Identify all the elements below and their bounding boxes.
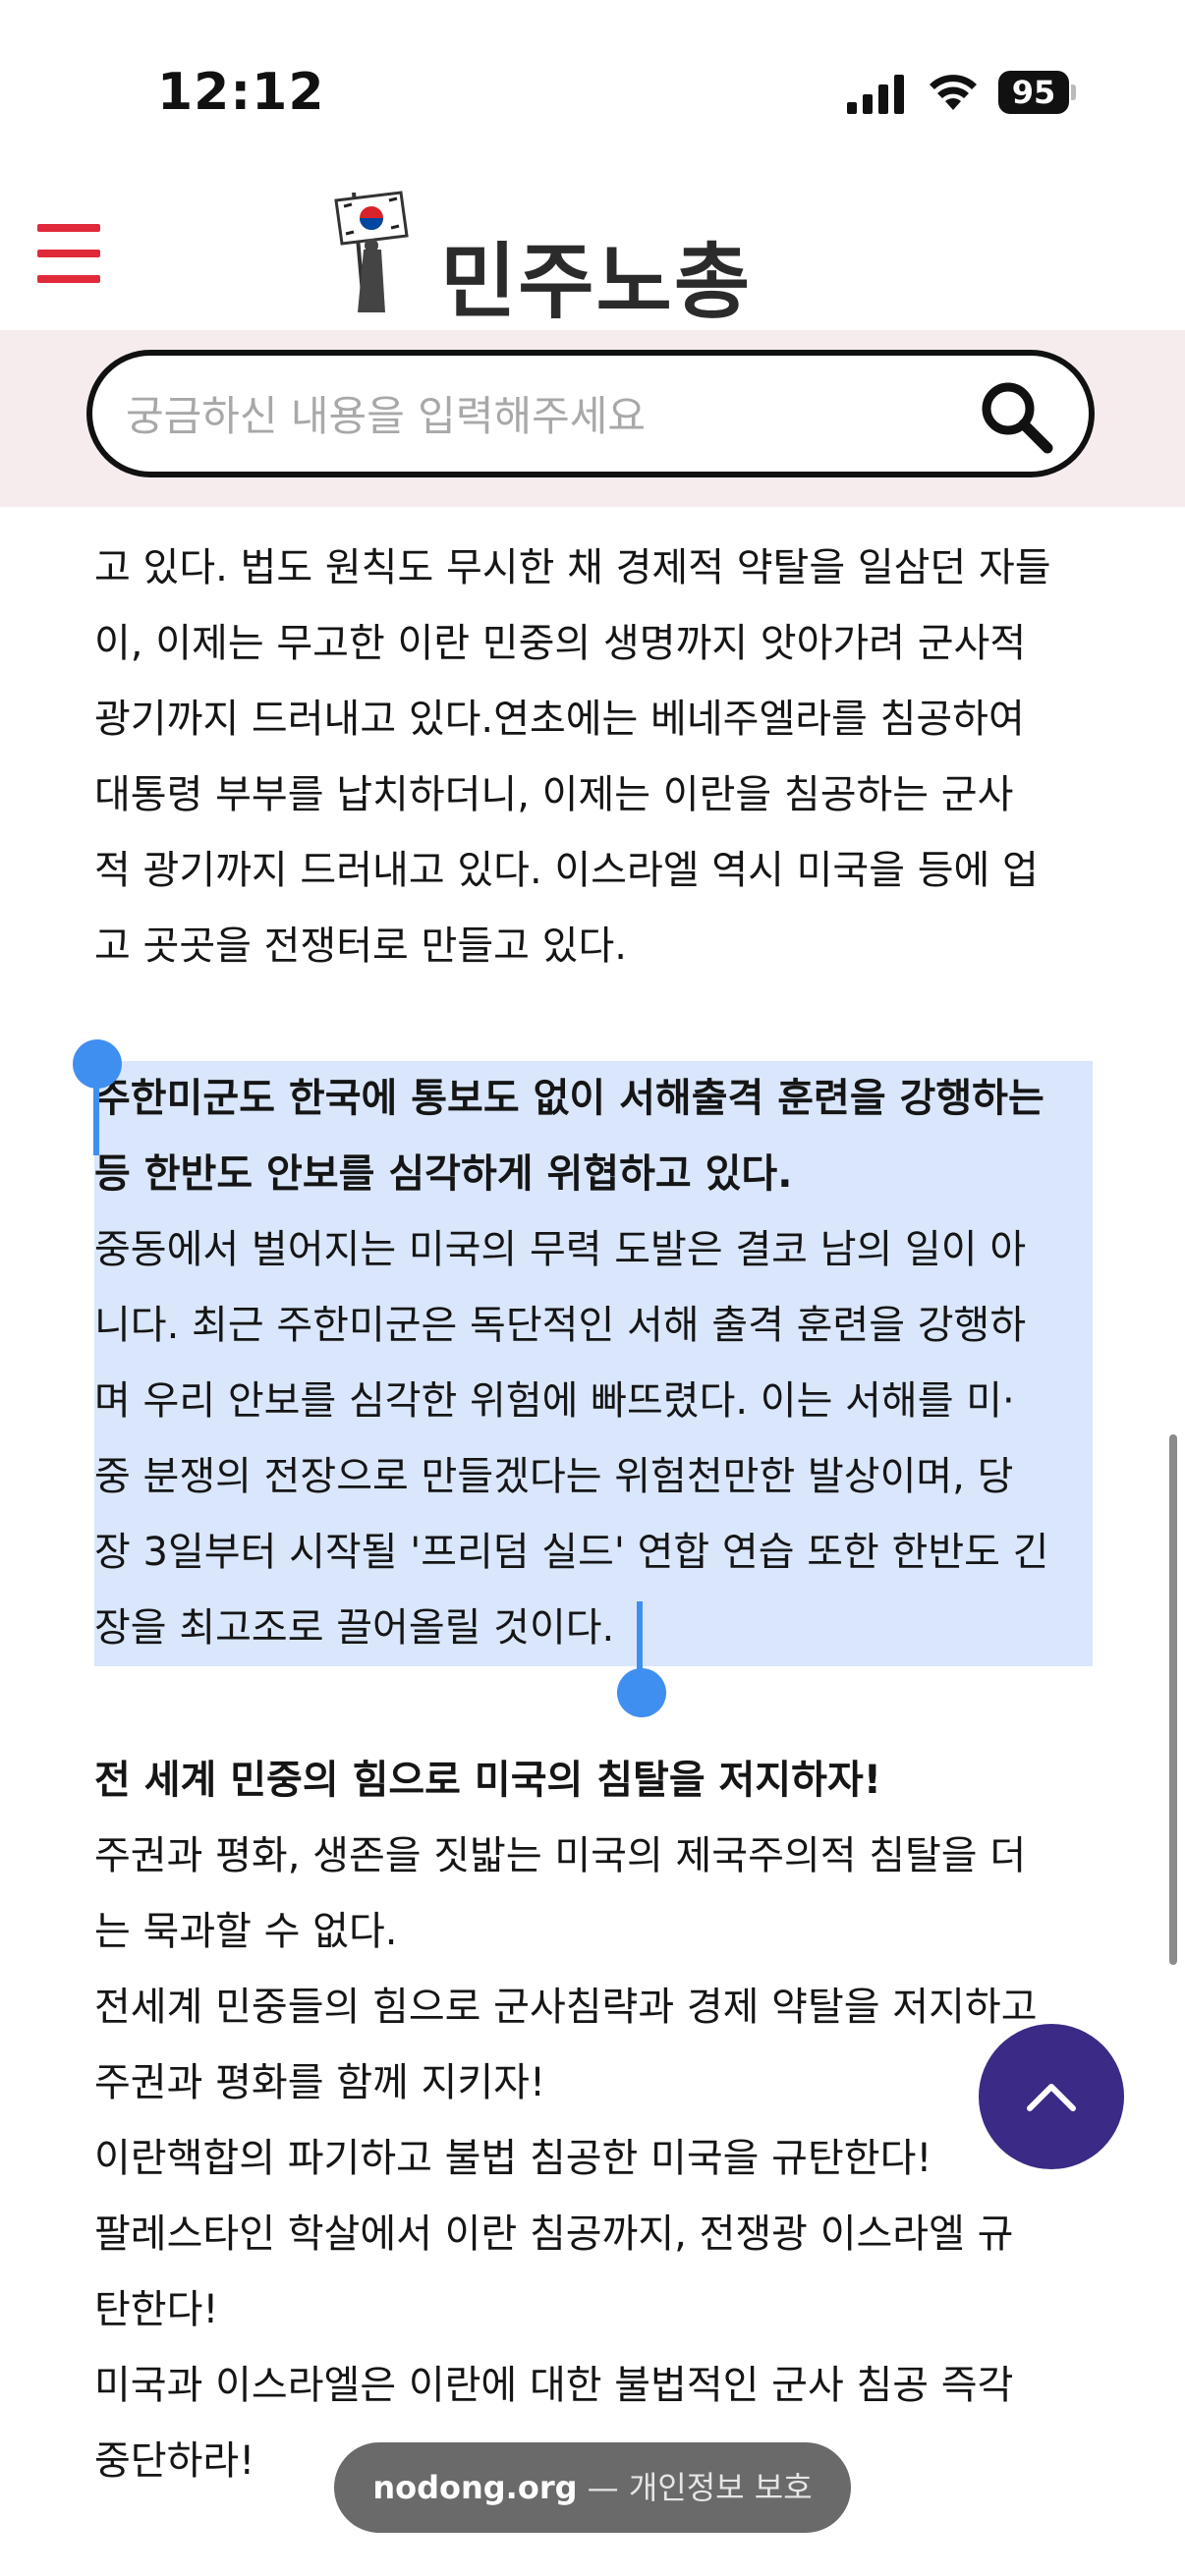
section-heading: 주한미군도 한국에 통보도 없이 서해출격 훈련을 강행하는 등 한반도 안보를…: [94, 1061, 1093, 1212]
text-line: 미국과 이스라엘은 이란에 대한 불법적인 군사 침공 즉각: [94, 2363, 1014, 2408]
text-line: 중동에서 벌어지는 미국의 무력 도발은 결코 남의 일이 아: [94, 1227, 1027, 1272]
selection-end-handle[interactable]: [617, 1668, 666, 1717]
site-header: 민주노총: [0, 187, 1185, 330]
search-input[interactable]: [124, 383, 953, 448]
heading-line: 주한미군도 한국에 통보도 없이 서해출격 훈련을 강행하는: [94, 1076, 1044, 1121]
privacy-label: 개인정보 보호: [628, 2469, 813, 2506]
text-line: 고 곳곳을 전쟁터로 만들고 있다.: [94, 924, 627, 969]
text-line: 적 광기까지 드러내고 있다. 이스라엘 역시 미국을 등에 업: [94, 848, 1039, 893]
battery-icon: 95: [998, 71, 1069, 114]
heading-line: 등 한반도 안보를 심각하게 위협하고 있다.: [94, 1151, 793, 1197]
status-bar: 12:12 95: [0, 0, 1185, 187]
wifi-icon: [930, 75, 977, 110]
text-line: 광기까지 드러내고 있다.연초에는 베네주엘라를 침공하여: [94, 697, 1025, 742]
url-domain: nodong.org: [372, 2469, 578, 2506]
text-line: 는 묵과할 수 없다.: [94, 1909, 398, 1954]
selection-start-caret: [93, 1081, 99, 1155]
search-icon[interactable]: [977, 377, 1055, 456]
signal-icon: [847, 75, 904, 114]
paragraph-1: 고 있다. 법도 원칙도 무시한 채 경제적 약탈을 일삼던 자들 이, 이제는…: [94, 531, 1093, 984]
scrollbar[interactable]: [1169, 1434, 1177, 1965]
text-line: 중 분쟁의 전장으로 만들겠다는 위험천만한 발상이며, 당: [94, 1454, 1014, 1499]
scroll-to-top-button[interactable]: [979, 2024, 1124, 2169]
status-time: 12:12: [157, 63, 325, 122]
text-line: 장을 최고조로 끌어올릴 것이다.: [94, 1605, 615, 1651]
search-band: [0, 330, 1185, 507]
text-line: 이, 이제는 무고한 이란 민중의 생명까지 앗아가려 군사적: [94, 621, 1027, 666]
text-line: 며 우리 안보를 심각한 위험에 빠뜨렸다. 이는 서해를 미·: [94, 1378, 1015, 1424]
text-line: 팔레스타인 학살에서 이란 침공까지, 전쟁광 이스라엘 규: [94, 2212, 1014, 2257]
text-line: 주권과 평화를 함께 지키자!: [94, 2060, 545, 2105]
logo-text: 민주노총: [440, 234, 753, 330]
text-selection[interactable]: 주한미군도 한국에 통보도 없이 서해출격 훈련을 강행하는 등 한반도 안보를…: [94, 1061, 1093, 1666]
menu-icon[interactable]: [37, 224, 100, 283]
paragraph-3: 주권과 평화, 생존을 짓밟는 미국의 제국주의적 침탈을 더 는 묵과할 수 …: [94, 1819, 1093, 2499]
text-line: 중단하라!: [94, 2438, 255, 2484]
section-heading: 전 세계 민중의 힘으로 미국의 침탈을 저지하자!: [94, 1758, 881, 1803]
text-line: 이란핵합의 파기하고 불법 침공한 미국을 규탄한다!: [94, 2136, 932, 2181]
text-line: 고 있다. 법도 원칙도 무시한 채 경제적 약탈을 일삼던 자들: [94, 545, 1051, 590]
text-line: 니다. 최근 주한미군은 독단적인 서해 출격 훈련을 강행하: [94, 1303, 1027, 1348]
chevron-up-icon: [1027, 2084, 1076, 2111]
article-body: 고 있다. 법도 원칙도 무시한 채 경제적 약탈을 일삼던 자들 이, 이제는…: [94, 491, 1093, 2499]
url-bar[interactable]: nodong.org — 개인정보 보호: [334, 2442, 851, 2533]
text-line: 전세계 민중들의 힘으로 군사침략과 경제 약탈을 저지하고: [94, 1985, 1038, 2030]
paragraph-2: 중동에서 벌어지는 미국의 무력 도발은 결코 남의 일이 아 니다. 최근 주…: [94, 1212, 1093, 1666]
site-logo[interactable]: 민주노총: [324, 187, 776, 330]
text-line: 주권과 평화, 생존을 짓밟는 미국의 제국주의적 침탈을 더: [94, 1833, 1027, 1878]
selection-end-caret: [637, 1601, 643, 1672]
search-bar: [86, 350, 1095, 477]
text-line: 대통령 부부를 납치하더니, 이제는 이란을 침공하는 군사: [94, 772, 1014, 817]
flag-logo-icon: [334, 191, 409, 312]
text-line: 장 3일부터 시작될 '프리덤 실드' 연합 연습 또한 한반도 긴: [94, 1530, 1049, 1575]
url-separator: —: [577, 2469, 629, 2506]
battery-tip: [1071, 84, 1076, 100]
text-line: 탄한다!: [94, 2287, 219, 2332]
